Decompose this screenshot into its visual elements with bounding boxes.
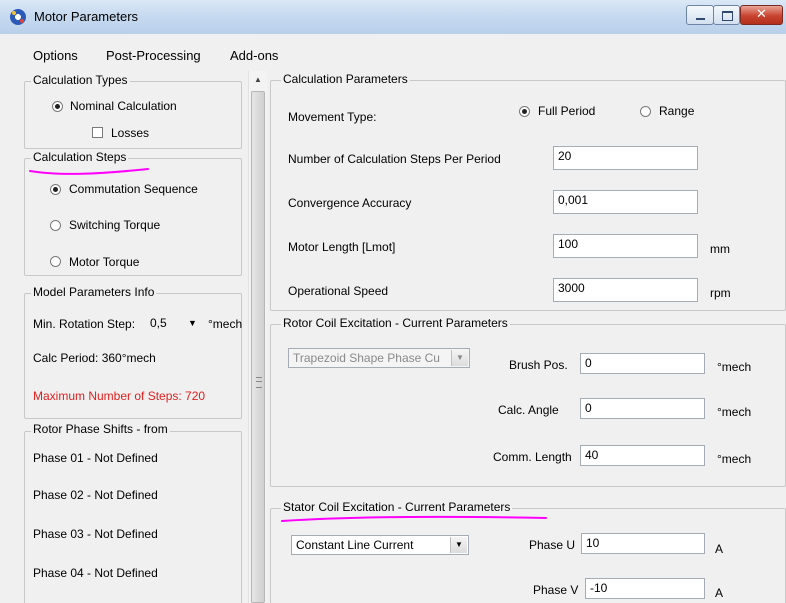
min-rotation-step-unit: °mech	[208, 317, 243, 331]
maximize-button[interactable]	[713, 5, 740, 25]
convergence-accuracy-label: Convergence Accuracy	[288, 196, 412, 210]
close-icon: ✕	[756, 7, 767, 22]
rotor-shape-select[interactable]: Trapezoid Shape Phase Cu ▼	[288, 348, 470, 368]
phase-v-label: Phase V	[533, 583, 579, 597]
full-period-label: Full Period	[538, 104, 596, 118]
chevron-down-icon: ▼	[451, 350, 468, 366]
phase-u-label: Phase U	[529, 538, 576, 552]
nominal-calculation-radio[interactable]	[52, 101, 63, 112]
app-logo-icon	[10, 9, 26, 25]
min-rotation-step-value: 0,5	[150, 316, 167, 330]
brush-pos-label: Brush Pos.	[509, 358, 568, 372]
menu-options[interactable]: Options	[33, 48, 78, 63]
close-button[interactable]: ✕	[740, 5, 783, 25]
brush-pos-input[interactable]: 0	[580, 353, 705, 374]
phase-u-unit: A	[715, 542, 724, 556]
min-rotation-step-select[interactable]: 0,5 ▼	[145, 313, 199, 333]
rotor-shape-value: Trapezoid Shape Phase Cu	[293, 351, 440, 365]
range-label: Range	[659, 104, 695, 118]
calc-steps-per-period-input[interactable]: 20	[553, 146, 698, 170]
commutation-sequence-label: Commutation Sequence	[69, 182, 198, 196]
switching-torque-radio[interactable]	[50, 220, 61, 231]
left-panel-scrollbar[interactable]: ▲	[248, 71, 267, 603]
operational-speed-input[interactable]: 3000	[553, 278, 698, 302]
losses-checkbox[interactable]	[92, 127, 103, 138]
operational-speed-label: Operational Speed	[288, 284, 389, 298]
stator-mode-value: Constant Line Current	[296, 538, 414, 552]
chevron-down-icon: ▼	[450, 537, 467, 553]
motor-parameters-window: Motor Parameters ✕ Options Post-Processi…	[0, 0, 786, 603]
movement-type-label: Movement Type:	[288, 110, 377, 124]
losses-label: Losses	[111, 126, 150, 140]
scroll-up-arrow-icon[interactable]: ▲	[249, 71, 267, 89]
calc-period-text: Calc Period: 360°mech	[33, 351, 156, 365]
motor-length-unit: mm	[710, 242, 730, 256]
calc-angle-input[interactable]: 0	[580, 398, 705, 419]
min-rotation-step-label: Min. Rotation Step:	[33, 317, 136, 331]
switching-torque-label: Switching Torque	[69, 218, 161, 232]
calc-angle-unit: °mech	[717, 405, 752, 419]
menu-post-processing[interactable]: Post-Processing	[106, 48, 201, 63]
left-panel: Calculation Types Nominal Calculation Lo…	[20, 71, 246, 603]
rotor-coil-excitation-title: Rotor Coil Excitation - Current Paramete…	[281, 316, 510, 330]
grip-icon	[256, 377, 262, 388]
calc-angle-label: Calc. Angle	[498, 403, 559, 417]
calculation-parameters-title: Calculation Parameters	[281, 72, 410, 86]
calc-steps-per-period-label: Number of Calculation Steps Per Period	[288, 152, 501, 166]
motor-torque-label: Motor Torque	[69, 255, 140, 269]
full-period-radio[interactable]	[519, 106, 530, 117]
motor-length-input[interactable]: 100	[553, 234, 698, 258]
motor-length-label: Motor Length [Lmot]	[288, 240, 396, 254]
rotor-phase-shifts-title: Rotor Phase Shifts - from	[31, 423, 170, 434]
phase-v-unit: A	[715, 586, 724, 600]
stator-coil-excitation-group: Stator Coil Excitation - Current Paramet…	[270, 500, 786, 603]
menu-add-ons[interactable]: Add-ons	[230, 48, 278, 63]
commutation-sequence-radio[interactable]	[50, 184, 61, 195]
nominal-calculation-label: Nominal Calculation	[70, 99, 177, 113]
phase-01-item: Phase 01 - Not Defined	[33, 451, 158, 465]
comm-length-input[interactable]: 40	[580, 445, 705, 466]
motor-torque-radio[interactable]	[50, 256, 61, 267]
model-parameters-info-title: Model Parameters Info	[31, 285, 157, 299]
title-bar: Motor Parameters ✕	[0, 0, 786, 34]
convergence-accuracy-input[interactable]: 0,001	[553, 190, 698, 214]
phase-02-item: Phase 02 - Not Defined	[33, 488, 158, 502]
menu-bar: Options Post-Processing Add-ons	[0, 48, 786, 68]
phase-03-item: Phase 03 - Not Defined	[33, 527, 158, 541]
chevron-down-icon: ▼	[188, 318, 197, 328]
phase-u-input[interactable]: 10	[581, 533, 705, 554]
comm-length-label: Comm. Length	[493, 450, 572, 464]
stator-coil-excitation-title: Stator Coil Excitation - Current Paramet…	[281, 500, 513, 514]
calculation-steps-title: Calculation Steps	[31, 150, 129, 164]
phase-04-item: Phase 04 - Not Defined	[33, 566, 158, 580]
minimize-button[interactable]	[686, 5, 714, 25]
brush-pos-unit: °mech	[717, 360, 752, 374]
window-title: Motor Parameters	[34, 9, 139, 24]
comm-length-unit: °mech	[717, 452, 752, 466]
stator-mode-select[interactable]: Constant Line Current ▼	[291, 535, 469, 555]
phase-v-input[interactable]: -10	[585, 578, 705, 599]
calculation-types-title: Calculation Types	[31, 73, 130, 87]
range-radio[interactable]	[640, 106, 651, 117]
max-steps-warning: Maximum Number of Steps: 720	[33, 389, 206, 403]
scrollbar-thumb[interactable]	[251, 91, 265, 603]
operational-speed-unit: rpm	[710, 286, 731, 300]
